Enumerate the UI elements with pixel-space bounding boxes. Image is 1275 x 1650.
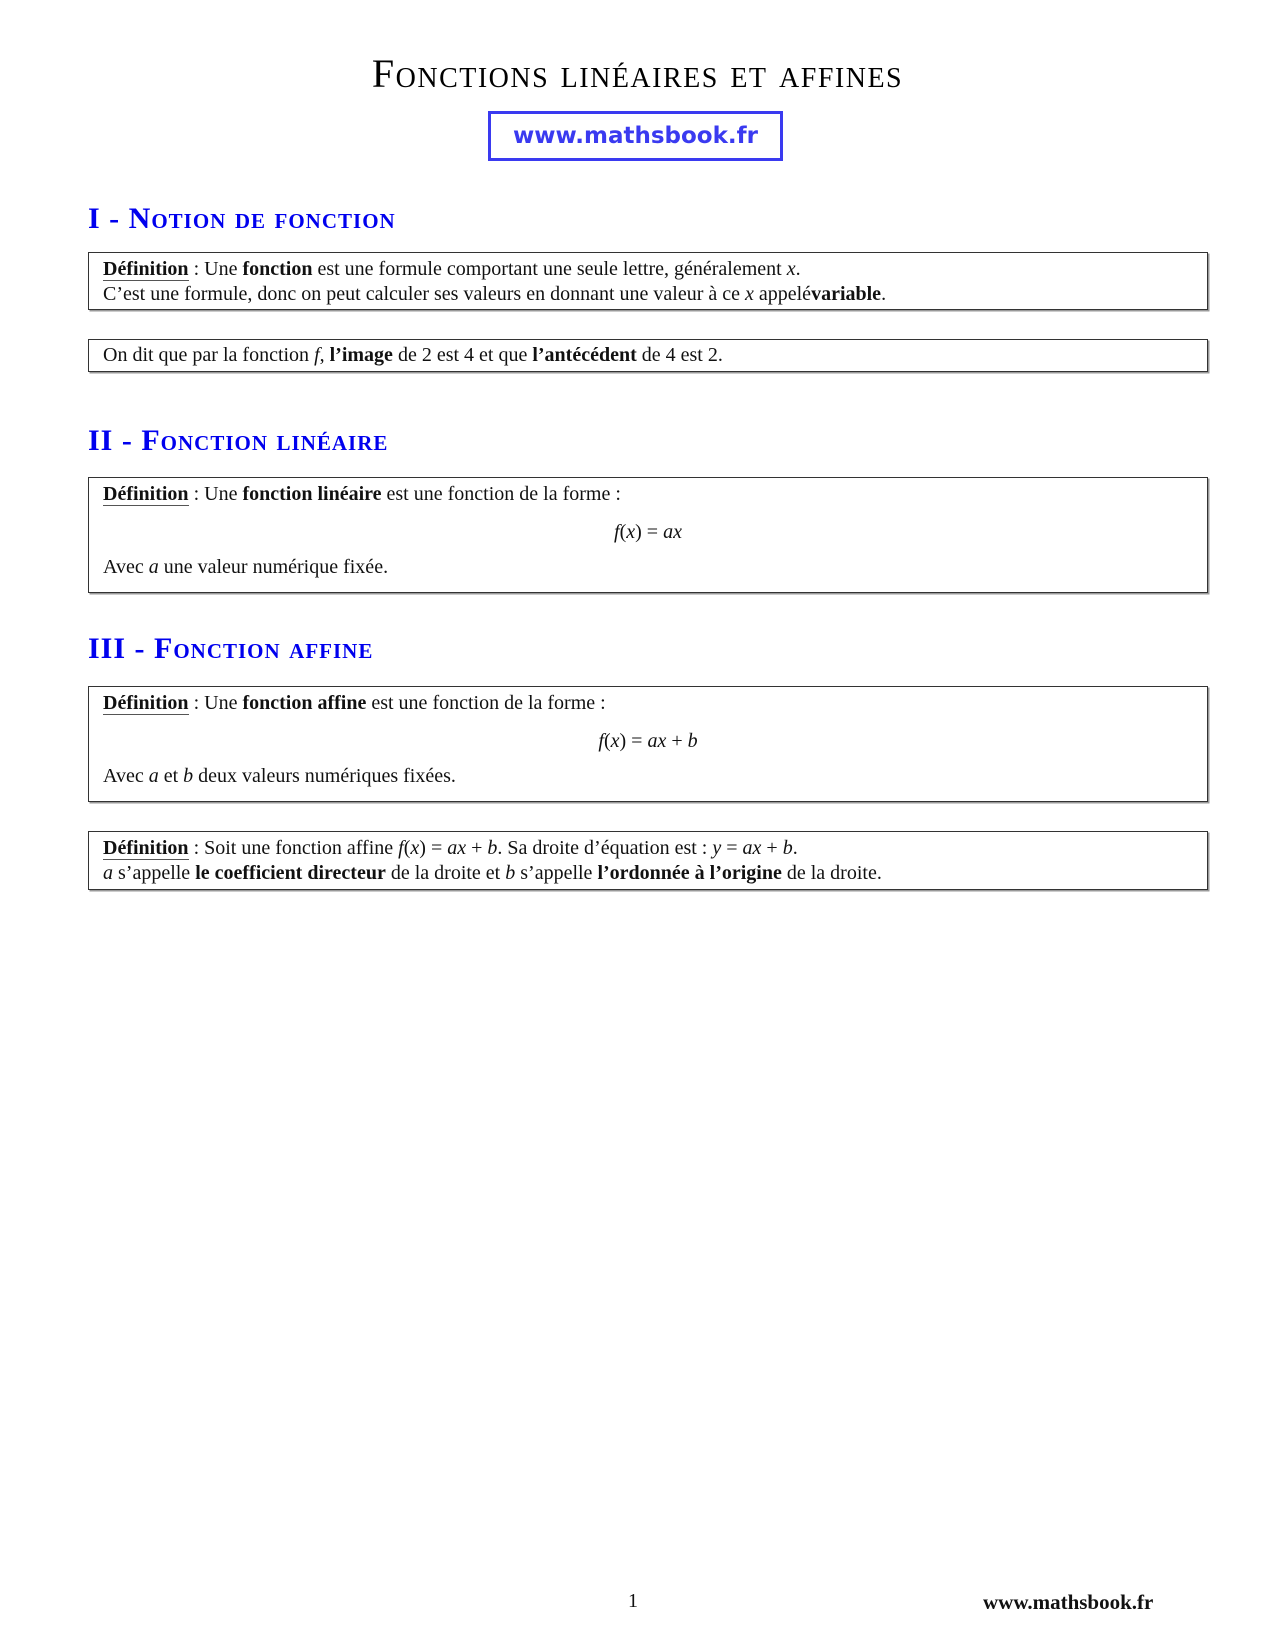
definition-line: Avec a une valeur numérique fixée. bbox=[103, 555, 1193, 580]
math-b: b bbox=[687, 730, 698, 752]
math-x: x bbox=[626, 521, 636, 543]
text: , bbox=[319, 344, 330, 366]
text: de 2 est 4 et que bbox=[392, 344, 533, 366]
text: On dit que par la fonction bbox=[103, 344, 315, 366]
math-b: b bbox=[505, 862, 516, 884]
text: . bbox=[881, 283, 887, 305]
math-a: a bbox=[148, 556, 159, 578]
text: . bbox=[795, 258, 801, 280]
math-ax: ax bbox=[663, 521, 682, 543]
definition-label: Définition bbox=[103, 483, 189, 506]
term-fonction: fonction bbox=[242, 258, 313, 280]
text: Avec bbox=[103, 556, 149, 578]
math-equals: ) = bbox=[619, 730, 648, 752]
text: : Une bbox=[188, 483, 243, 505]
text: deux valeurs numériques fixées. bbox=[193, 765, 456, 787]
text: . Sa droite d’équation est : bbox=[497, 837, 713, 859]
site-logo-link[interactable]: www.mathsbook.fr bbox=[488, 111, 783, 161]
term-fonction-affine: fonction affine bbox=[242, 692, 367, 714]
text: de la droite. bbox=[781, 862, 882, 884]
definition-box-droite: Définition : Soit une fonction affine f(… bbox=[88, 831, 1208, 890]
term-antecedent: l’antécédent bbox=[532, 344, 637, 366]
math-b: b bbox=[183, 765, 194, 787]
text: de 4 est 2. bbox=[636, 344, 723, 366]
term-ordonnee-origine: l’ordonnée à l’origine bbox=[597, 862, 782, 884]
definition-label: Définition bbox=[103, 258, 189, 281]
math-a: a bbox=[103, 862, 113, 884]
text: appelé bbox=[753, 283, 812, 305]
note-box-image-antecedent: On dit que par la fonction f, l’image de… bbox=[88, 339, 1208, 372]
text: : Une bbox=[188, 692, 243, 714]
math-plus: + bbox=[761, 837, 783, 859]
text: une valeur numérique fixée. bbox=[158, 556, 389, 578]
text: : Une bbox=[188, 258, 243, 280]
definition-line: Définition : Soit une fonction affine f(… bbox=[103, 836, 1193, 861]
definition-box-fonction-affine: Définition : Une fonction affine est une… bbox=[88, 686, 1208, 802]
definition-line: a s’appelle le coefficient directeur de … bbox=[103, 861, 1193, 886]
math-equals: ) = bbox=[419, 837, 448, 859]
math-b: b bbox=[782, 837, 793, 859]
definition-line: Avec a et b deux valeurs numériques fixé… bbox=[103, 764, 1193, 789]
text: . bbox=[792, 837, 798, 859]
definition-line: C’est une formule, donc on peut calculer… bbox=[103, 282, 1193, 307]
math-equals: = bbox=[721, 837, 743, 859]
math-ax: ax bbox=[742, 837, 762, 859]
text: est une formule comportant une seule let… bbox=[312, 258, 787, 280]
definition-box-fonction: Définition : Une fonction est une formul… bbox=[88, 252, 1208, 310]
footer-site-link[interactable]: www.mathsbook.fr bbox=[983, 1590, 1153, 1615]
section-heading-notion-de-fonction: I - Notion de fonction bbox=[88, 202, 396, 235]
text: s’appelle bbox=[113, 862, 196, 884]
term-image: l’image bbox=[329, 344, 393, 366]
definition-line: Définition : Une fonction est une formul… bbox=[103, 257, 1193, 282]
math-paren: ( bbox=[603, 730, 611, 752]
math-variable-x: x bbox=[744, 283, 754, 305]
note-line: On dit que par la fonction f, l’image de… bbox=[103, 343, 1193, 368]
math-y: y bbox=[712, 837, 722, 859]
text: : Soit une fonction affine bbox=[188, 837, 399, 859]
definition-label: Définition bbox=[103, 692, 189, 715]
section-heading-fonction-affine: III - Fonction affine bbox=[88, 632, 374, 665]
document-title: Fonctions linéaires et affines bbox=[371, 51, 904, 96]
definition-line: Définition : Une fonction affine est une… bbox=[103, 691, 1193, 716]
section-heading-fonction-lineaire: II - Fonction linéaire bbox=[88, 424, 389, 457]
definition-box-fonction-lineaire: Définition : Une fonction linéaire est u… bbox=[88, 477, 1208, 593]
math-x: x bbox=[410, 837, 420, 859]
math-a: a bbox=[148, 765, 159, 787]
term-variable: variable bbox=[811, 283, 882, 305]
definition-label: Définition bbox=[103, 837, 189, 860]
math-x: x bbox=[610, 730, 620, 752]
formula-linear: f(x) = ax bbox=[103, 520, 1193, 545]
text: Avec bbox=[103, 765, 149, 787]
math-variable-x: x bbox=[786, 258, 796, 280]
term-fonction-lineaire: fonction linéaire bbox=[242, 483, 382, 505]
math-ax: ax bbox=[447, 837, 467, 859]
text: est une fonction de la forme : bbox=[381, 483, 621, 505]
math-plus: + bbox=[466, 837, 488, 859]
text: est une fonction de la forme : bbox=[366, 692, 606, 714]
definition-line: Définition : Une fonction linéaire est u… bbox=[103, 482, 1193, 507]
text: C’est une formule, donc on peut calculer… bbox=[103, 283, 745, 305]
math-equals: ) = bbox=[635, 521, 664, 543]
text: et bbox=[158, 765, 184, 787]
math-ax: ax bbox=[647, 730, 667, 752]
page-number: 1 bbox=[628, 1590, 638, 1612]
text: s’appelle bbox=[515, 862, 598, 884]
math-plus: + bbox=[666, 730, 688, 752]
math-b: b bbox=[487, 837, 498, 859]
formula-affine: f(x) = ax + b bbox=[103, 729, 1193, 754]
term-coefficient-directeur: le coefficient directeur bbox=[195, 862, 386, 884]
text: de la droite et bbox=[385, 862, 506, 884]
